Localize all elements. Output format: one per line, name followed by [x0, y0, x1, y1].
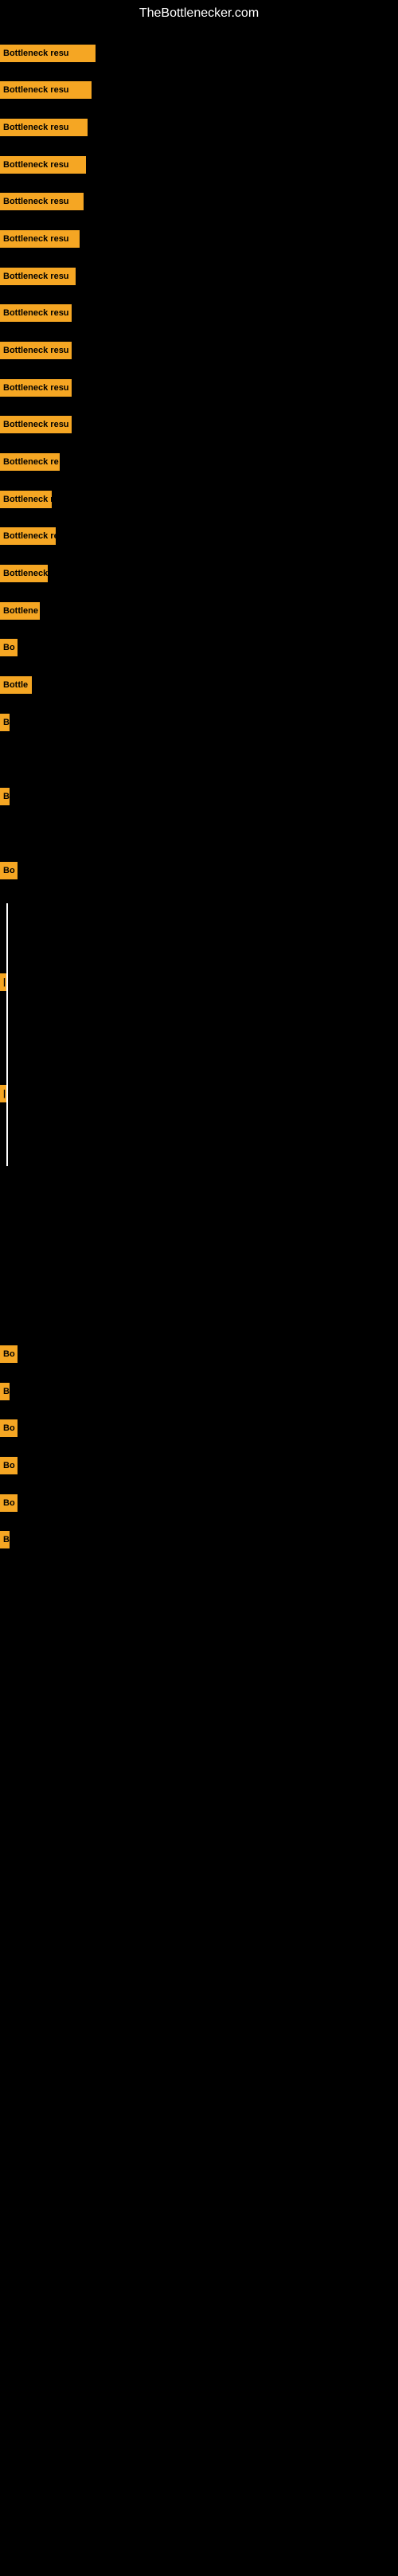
bar-row: Bottleneck re — [0, 527, 56, 545]
bar-row: B — [0, 714, 10, 731]
bar-row: B — [0, 1383, 10, 1400]
bar-row: Bottle — [0, 676, 32, 694]
bar-row: Bo — [0, 1345, 18, 1363]
bar-row: | — [0, 1085, 6, 1102]
bar-row: Bo — [0, 862, 18, 879]
bar-label: Bo — [0, 1494, 18, 1512]
bar-label: B — [0, 714, 10, 731]
bar-row: Bo — [0, 639, 18, 656]
bar-row: B — [0, 1531, 10, 1548]
bar-label: Bottleneck resu — [0, 156, 72, 174]
bar-row: Bottleneck resu — [0, 342, 72, 359]
bar-row: | — [0, 973, 6, 991]
bar-line — [72, 119, 88, 136]
bar-label: Bottleneck resu — [0, 193, 72, 210]
bar-line — [72, 45, 96, 62]
bar-label: | — [0, 973, 6, 991]
bar-row: Bo — [0, 1419, 18, 1437]
bar-row: Bottleneck resu — [0, 45, 96, 62]
bar-row: Bottleneck resu — [0, 304, 72, 322]
bar-label: Bo — [0, 862, 18, 879]
bar-label: Bo — [0, 1345, 18, 1363]
bar-row: Bottleneck re — [0, 453, 60, 471]
bar-row: Bo — [0, 1457, 18, 1474]
bar-label: Bottleneck resu — [0, 119, 72, 136]
bar-row: Bottleneck resu — [0, 416, 72, 433]
site-title: TheBottlenecker.com — [0, 0, 398, 27]
bar-label: Bottleneck resu — [0, 81, 72, 99]
bar-label: Bo — [0, 639, 18, 656]
bar-label: B — [0, 1531, 10, 1548]
bar-row: Bottleneck resu — [0, 119, 88, 136]
bar-row: B — [0, 788, 10, 805]
bar-line — [72, 268, 76, 285]
bar-line — [72, 81, 92, 99]
bar-label: B — [0, 1383, 10, 1400]
bar-row: Bo — [0, 1494, 18, 1512]
bar-label: Bottleneck resu — [0, 268, 72, 285]
bar-label: Bottle — [0, 676, 32, 694]
bar-label: Bottleneck re — [0, 453, 60, 471]
bar-label: Bottlene — [0, 602, 40, 620]
bar-row: Bottlene — [0, 602, 40, 620]
bar-row: Bottleneck resu — [0, 379, 72, 397]
bar-label: Bottleneck resu — [0, 416, 72, 433]
bar-label: | — [0, 1085, 6, 1102]
bar-label: Bottleneck resu — [0, 230, 72, 248]
bar-label: Bottleneck r — [0, 565, 48, 582]
bar-label: Bottleneck resu — [0, 45, 72, 62]
bar-line — [72, 156, 86, 174]
bar-row: Bottleneck resu — [0, 193, 84, 210]
bar-line — [72, 193, 84, 210]
bar-label: Bo — [0, 1419, 18, 1437]
bar-row: Bottleneck resu — [0, 230, 80, 248]
bar-row: Bottleneck resu — [0, 268, 76, 285]
bar-row: Bottleneck r — [0, 565, 48, 582]
bar-line — [72, 230, 80, 248]
bar-label: Bottleneck r — [0, 491, 52, 508]
bar-label: B — [0, 788, 10, 805]
bar-row: Bottleneck resu — [0, 156, 86, 174]
bar-row: Bottleneck resu — [0, 81, 92, 99]
bar-label: Bottleneck resu — [0, 342, 72, 359]
bar-label: Bottleneck re — [0, 527, 56, 545]
bar-label: Bottleneck resu — [0, 379, 72, 397]
vertical-line — [6, 1023, 8, 1166]
bar-label: Bo — [0, 1457, 18, 1474]
bar-row: Bottleneck r — [0, 491, 52, 508]
bar-label: Bottleneck resu — [0, 304, 72, 322]
